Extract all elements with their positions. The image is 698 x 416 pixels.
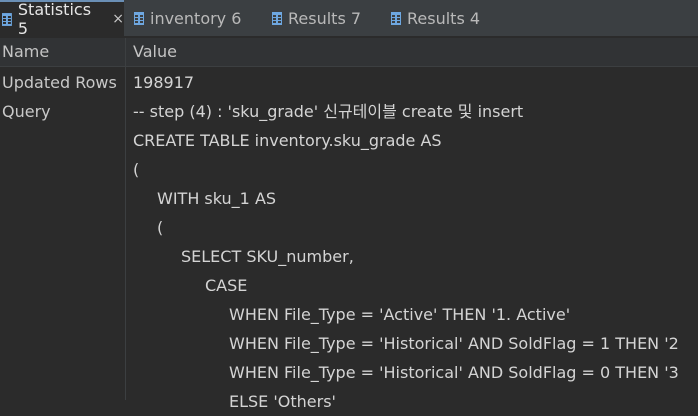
query-line-row: SELECT SKU_number, (0, 242, 698, 271)
query-line: WITH sku_1 AS (157, 189, 277, 208)
row-name: Updated Rows (2, 73, 117, 92)
table-row-updated-rows[interactable]: Updated Rows 198917 (0, 68, 698, 97)
tab-label: Results 7 (288, 8, 362, 28)
column-header-value[interactable]: Value (133, 38, 177, 66)
query-line: CASE (205, 276, 248, 295)
table-row-query[interactable]: Query -- step (4) : 'sku_grade' 신규테이블 cr… (0, 97, 698, 126)
query-line: -- step (4) : 'sku_grade' 신규테이블 create 및… (133, 102, 524, 121)
query-line: WHEN File_Type = 'Active' THEN '1. Activ… (229, 305, 571, 324)
query-line-row: ( (0, 155, 698, 184)
query-line-row: ELSE 'Others' (0, 387, 698, 416)
results-tab-bar: Statistics 5 × inventory 6 Results 7 Res… (0, 0, 698, 38)
query-line: SELECT SKU_number, (181, 247, 354, 266)
query-line: WHEN File_Type = 'Historical' AND SoldFl… (229, 334, 679, 353)
tab-label: Statistics 5 (17, 0, 92, 38)
grid-icon (2, 12, 12, 26)
tab-label: Results 4 (407, 8, 481, 28)
grid-icon (134, 11, 144, 25)
query-line: ( (157, 218, 164, 237)
close-icon[interactable]: × (112, 11, 124, 27)
tab-results-7[interactable]: Results 7 (272, 0, 361, 36)
grid-icon (272, 11, 282, 25)
query-line-row: WHEN File_Type = 'Active' THEN '1. Activ… (0, 300, 698, 329)
column-header-name[interactable]: Name (2, 38, 49, 66)
tab-label: inventory 6 (150, 8, 242, 28)
query-line-row: CASE (0, 271, 698, 300)
query-line-row: CREATE TABLE inventory.sku_grade AS (0, 126, 698, 155)
query-line: WHEN File_Type = 'Historical' AND SoldFl… (229, 363, 679, 382)
query-line: CREATE TABLE inventory.sku_grade AS (133, 131, 442, 150)
query-line-row: WITH sku_1 AS (0, 184, 698, 213)
query-line: ELSE 'Others' (229, 392, 336, 411)
tab-statistics-5[interactable]: Statistics 5 × (0, 0, 124, 38)
table-header: Name Value (0, 38, 698, 67)
row-name: Query (2, 102, 51, 121)
query-line-row: WHEN File_Type = 'Historical' AND SoldFl… (0, 329, 698, 358)
grid-icon (391, 11, 401, 25)
row-value: 198917 (133, 73, 195, 92)
tab-results-4[interactable]: Results 4 (391, 0, 480, 36)
query-line-row: ( (0, 213, 698, 242)
query-line-row: WHEN File_Type = 'Historical' AND SoldFl… (0, 358, 698, 387)
query-line: ( (133, 160, 140, 179)
tab-inventory-6[interactable]: inventory 6 (134, 0, 241, 36)
